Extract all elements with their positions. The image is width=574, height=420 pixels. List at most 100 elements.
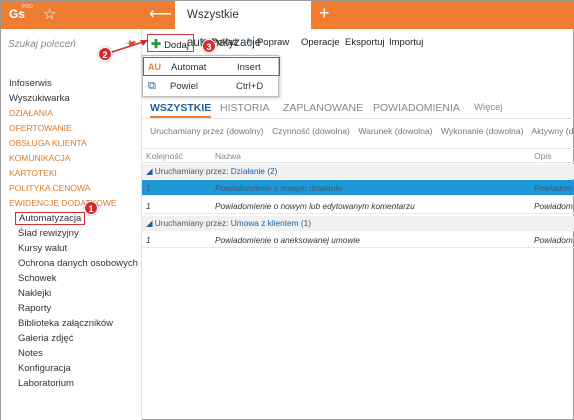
cell-order: 1 (146, 201, 151, 211)
group-count: (1) (300, 218, 312, 228)
menu-item-label: Automat (171, 62, 207, 73)
group-row[interactable]: ◢ Uruchamiany przez: Umowa z klientem (1… (142, 216, 574, 231)
sidebar-item-label: Konfiguracja (18, 363, 71, 374)
sidebar-item[interactable]: KARTOTEKI (9, 166, 139, 181)
sidebar-item-label: Infoserwis (9, 78, 52, 89)
sidebar-item-label: Raporty (18, 303, 52, 314)
col-desc[interactable]: Opis (534, 151, 551, 161)
sidebar-item-label: Notes (18, 348, 43, 359)
sidebar-item-label: KARTOTEKI (9, 168, 57, 178)
sidebar-item[interactable]: Infoserwis (9, 76, 139, 91)
cell-order: 1 (146, 183, 151, 193)
sidebar-item[interactable]: POLITYKA CENOWA (9, 181, 139, 196)
tab-more[interactable]: Więcej (474, 102, 503, 113)
cell-name: Powiadomienie o nowym działaniu (215, 183, 342, 193)
cell-desc: Powiadom (534, 183, 573, 193)
edit-button[interactable]: ✎ Popraw (246, 37, 289, 48)
group-value: Umowa z klientem (230, 218, 299, 228)
grid-header: Kolejność Nazwa Opis (142, 148, 574, 163)
sidebar-item-label: Schowek (18, 273, 57, 284)
group-prefix: Uruchamiany przez: (154, 218, 231, 228)
sidebar-item[interactable]: Naklejki (9, 286, 139, 301)
sidebar-item[interactable]: Laboratorium (9, 376, 139, 391)
filter-active[interactable]: Aktywny (dow (531, 126, 574, 136)
sidebar-item[interactable]: Automatyzacja (9, 211, 139, 226)
top-bar: Gs PRO ☆ ⟵ Wszystkie automatyzacje + (1, 1, 574, 49)
expand-triangle-icon[interactable]: ◢ (146, 218, 152, 228)
cell-desc: Powiadom (534, 201, 573, 211)
group-row[interactable]: ◢ Uruchamiany przez: Działanie (2) (142, 164, 574, 179)
menu-item-powiel[interactable]: ⧉ Powiel Ctrl+D (143, 77, 280, 96)
callout-badge-2: 2 (98, 47, 112, 61)
sidebar: Szukaj poleceń 📌 Infoserwis Wyszukiwarka D… (1, 29, 141, 420)
operations-button[interactable]: Operacje (301, 37, 340, 48)
sidebar-item[interactable]: Schowek (9, 271, 139, 286)
tab-notifications[interactable]: POWIADOMIENIA (373, 102, 460, 114)
copy-icon: ⧉ (148, 80, 156, 92)
sidebar-item-label: Ochrona danych osobowych (18, 258, 138, 269)
add-dropdown-menu: AU Automat Insert ⧉ Powiel Ctrl+D (142, 55, 280, 97)
cell-name: Powiadomienie o nowym lub edytowanym kom… (215, 201, 415, 211)
tab-all[interactable]: WSZYSTKIE (150, 102, 212, 118)
sidebar-item[interactable]: Galeria zdjęć (9, 331, 139, 346)
tab-scheduled[interactable]: ZAPLANOWANE (283, 102, 363, 114)
back-arrow-icon[interactable]: ⟵ (149, 4, 172, 24)
group-count: (2) (267, 166, 278, 176)
cell-order: 1 (146, 235, 151, 245)
callout-badge-1: 1 (84, 201, 98, 215)
col-order[interactable]: Kolejność (146, 151, 183, 161)
col-name[interactable]: Nazwa (215, 151, 241, 161)
favorite-star-icon[interactable]: ☆ (43, 5, 56, 23)
sidebar-item-label: Automatyzacja (15, 212, 86, 225)
filter-execution[interactable]: Wykonanie (dowolna) (441, 126, 524, 136)
sidebar-item[interactable]: Kursy walut (9, 241, 139, 256)
pencil-icon: ✎ (246, 37, 254, 48)
view-tabs: WSZYSTKIE HISTORIA ZAPLANOWANE POWIADOMI… (142, 99, 574, 119)
sidebar-item[interactable]: Raporty (9, 301, 139, 316)
sidebar-item[interactable]: OFERTOWANIE (9, 121, 139, 136)
sidebar-item[interactable]: Wyszukiwarka (9, 91, 139, 106)
sidebar-nav: Infoserwis Wyszukiwarka DZIAŁANIA OFERTOWAN… (9, 76, 139, 391)
sidebar-item-label: EWIDENCJE DODATKOWE (9, 198, 117, 208)
sidebar-item-label: Laboratorium (18, 378, 74, 389)
cell-name: Powiadomienie o aneksowanej umowie (215, 235, 360, 245)
tab-history[interactable]: HISTORIA (220, 102, 269, 114)
sidebar-item[interactable]: Biblioteka załączników (9, 316, 139, 331)
menu-item-automat[interactable]: AU Automat Insert (143, 57, 280, 76)
cell-desc: Powiadom (534, 235, 573, 245)
group-prefix: Uruchamiany przez: (154, 166, 231, 176)
app-logo[interactable]: Gs PRO (9, 4, 33, 24)
new-tab-plus-icon[interactable]: + (319, 3, 330, 24)
sidebar-item-label: Wyszukiwarka (9, 93, 70, 104)
sidebar-item-label: Biblioteka załączników (18, 318, 114, 329)
sidebar-item-label: Galeria zdjęć (18, 333, 74, 344)
table-row[interactable]: 1 Powiadomienie o aneksowanej umowie Powia… (142, 232, 574, 248)
filter-condition[interactable]: Warunek (dowolna) (358, 126, 432, 136)
export-button[interactable]: Eksportuj (345, 37, 385, 48)
group-value: Działanie (230, 166, 265, 176)
sidebar-item[interactable]: OBSŁUGA KLIENTA (9, 136, 139, 151)
sidebar-item-label: Ślad rewizyjny (18, 228, 79, 239)
filter-action[interactable]: Czynność (dowolna) (272, 126, 350, 136)
sidebar-item[interactable]: Notes (9, 346, 139, 361)
sidebar-item-label: POLITYKA CENOWA (9, 183, 91, 193)
sidebar-item[interactable]: Ochrona danych osobowych (9, 256, 139, 271)
sidebar-item-label: KOMUNIKACJA (9, 153, 71, 163)
callout-badge-3: 3 (202, 39, 216, 53)
sidebar-item-label: DZIAŁANIA (9, 108, 53, 118)
sidebar-item[interactable]: Konfiguracja (9, 361, 139, 376)
sidebar-item-label: OFERTOWANIE (9, 123, 72, 133)
menu-item-label: Powiel (170, 81, 198, 92)
filter-bar: Uruchamiany przez (dowolny) Czynność (do… (150, 126, 574, 140)
command-search-input[interactable]: Szukaj poleceń (8, 39, 76, 50)
sidebar-item[interactable]: Ślad rewizyjny (9, 226, 139, 241)
filter-triggered-by[interactable]: Uruchamiany przez (dowolny) (150, 126, 264, 136)
sidebar-item[interactable]: DZIAŁANIA (9, 106, 139, 121)
table-row[interactable]: 1 Powiadomienie o nowym działaniu Powiadom (142, 180, 574, 196)
sidebar-item[interactable]: EWIDENCJE DODATKOWE (9, 196, 139, 211)
tab-all-automations[interactable]: Wszystkie automatyzacje (175, 1, 311, 49)
table-row[interactable]: 1 Powiadomienie o nowym lub edytowanym ko… (142, 198, 574, 214)
sidebar-item[interactable]: KOMUNIKACJA (9, 151, 139, 166)
import-button[interactable]: Importuj (389, 37, 423, 48)
expand-triangle-icon[interactable]: ◢ (146, 166, 152, 176)
